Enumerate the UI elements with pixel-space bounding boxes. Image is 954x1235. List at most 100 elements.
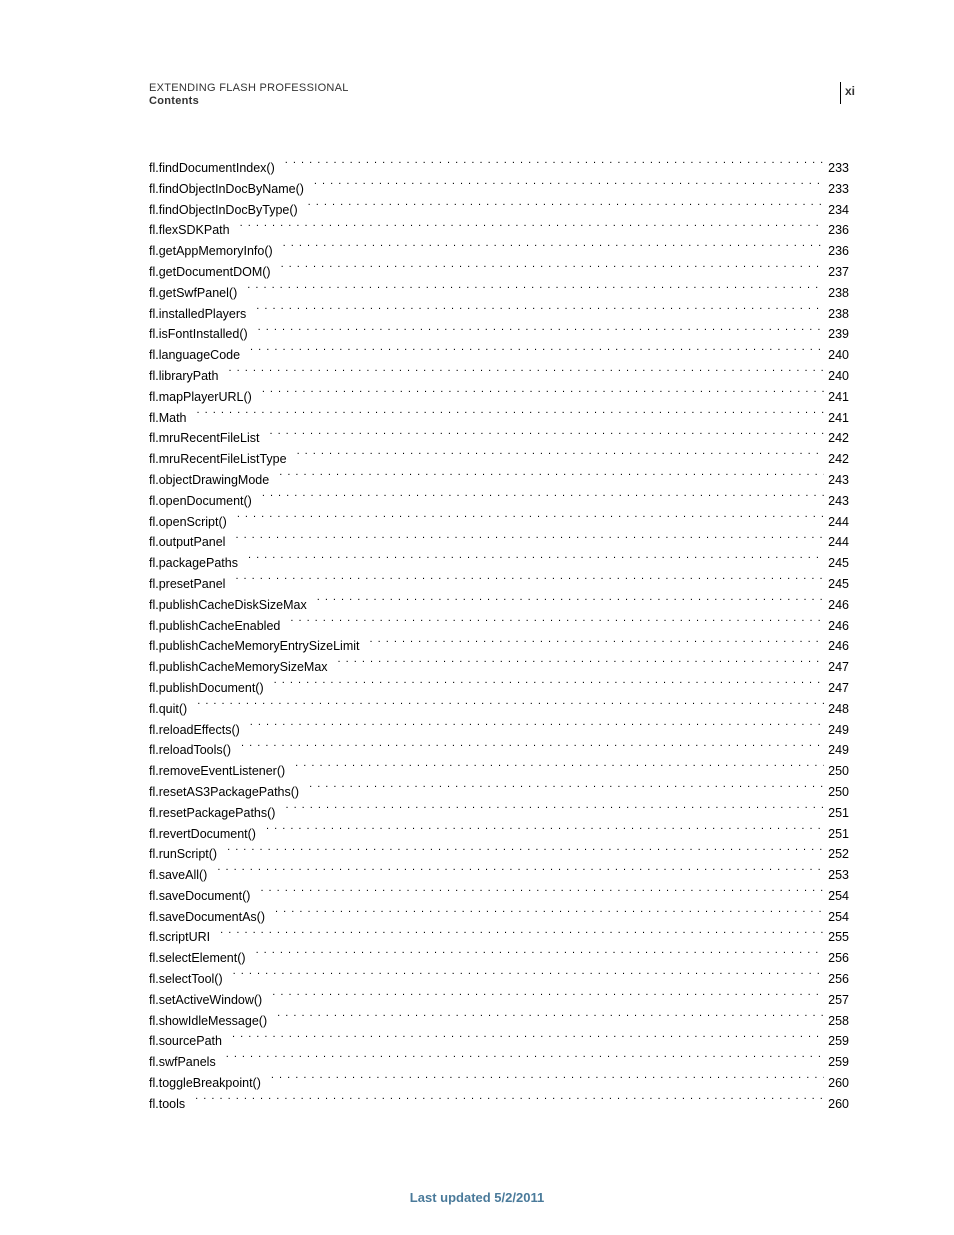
toc-entry-label: fl.reloadTools() [149, 740, 241, 761]
toc-entry[interactable]: fl.scriptURI255 [149, 927, 849, 948]
toc-entry[interactable]: fl.revertDocument()251 [149, 824, 849, 845]
toc-entry-page: 254 [824, 886, 849, 907]
toc-entry-label: fl.resetPackagePaths() [149, 803, 285, 824]
toc-leader-dots [195, 1095, 824, 1108]
toc-entry-label: fl.showIdleMessage() [149, 1011, 277, 1032]
toc-entry-label: fl.publishCacheDiskSizeMax [149, 595, 317, 616]
toc-entry-label: fl.objectDrawingMode [149, 470, 279, 491]
toc-leader-dots [250, 347, 824, 360]
toc-leader-dots [220, 929, 824, 942]
toc-entry[interactable]: fl.sourcePath259 [149, 1031, 849, 1052]
toc-entry-label: fl.findDocumentIndex() [149, 158, 285, 179]
toc-leader-dots [197, 700, 824, 713]
toc-leader-dots [283, 243, 824, 256]
toc-entry[interactable]: fl.presetPanel245 [149, 574, 849, 595]
toc-entry[interactable]: fl.flexSDKPath236 [149, 220, 849, 241]
toc-leader-dots [317, 596, 824, 609]
toc-entry[interactable]: fl.publishCacheMemorySizeMax247 [149, 657, 849, 678]
toc-entry[interactable]: fl.languageCode240 [149, 345, 849, 366]
toc-entry[interactable]: fl.reloadTools()249 [149, 740, 849, 761]
toc-entry[interactable]: fl.resetAS3PackagePaths()250 [149, 782, 849, 803]
toc-entry[interactable]: fl.getAppMemoryInfo()236 [149, 241, 849, 262]
toc-entry[interactable]: fl.mruRecentFileList242 [149, 428, 849, 449]
toc-leader-dots [197, 409, 825, 422]
toc-entry-page: 246 [824, 595, 849, 616]
toc-entry[interactable]: fl.getSwfPanel()238 [149, 283, 849, 304]
toc-entry-page: 258 [824, 1011, 849, 1032]
toc-entry-label: fl.setActiveWindow() [149, 990, 272, 1011]
toc-entry[interactable]: fl.Math241 [149, 408, 849, 429]
toc-leader-dots [262, 388, 824, 401]
toc-leader-dots [314, 180, 824, 193]
toc-entry[interactable]: fl.saveDocumentAs()254 [149, 907, 849, 928]
toc-entry[interactable]: fl.selectTool()256 [149, 969, 849, 990]
toc-entry-label: fl.openDocument() [149, 491, 262, 512]
toc-entry-page: 259 [824, 1031, 849, 1052]
toc-entry[interactable]: fl.findObjectInDocByType()234 [149, 200, 849, 221]
toc-entry-page: 239 [824, 324, 849, 345]
toc-leader-dots [281, 263, 825, 276]
toc-leader-dots [285, 160, 824, 173]
toc-entry-label: fl.outputPanel [149, 532, 235, 553]
toc-entry[interactable]: fl.mruRecentFileListType 242 [149, 449, 849, 470]
toc-entry-page: 236 [824, 220, 849, 241]
toc-entry-page: 247 [824, 678, 849, 699]
toc-entry-label: fl.packagePaths [149, 553, 248, 574]
toc-leader-dots [233, 971, 825, 984]
toc-entry-label: fl.selectElement() [149, 948, 256, 969]
toc-entry[interactable]: fl.findObjectInDocByName()233 [149, 179, 849, 200]
toc-entry-page: 244 [824, 532, 849, 553]
toc-entry[interactable]: fl.swfPanels259 [149, 1052, 849, 1073]
toc-entry[interactable]: fl.openDocument()243 [149, 491, 849, 512]
toc-entry-label: fl.openScript() [149, 512, 237, 533]
toc-leader-dots [275, 908, 824, 921]
toc-entry[interactable]: fl.reloadEffects()249 [149, 720, 849, 741]
toc-leader-dots [232, 1033, 824, 1046]
toc-entry[interactable]: fl.runScript()252 [149, 844, 849, 865]
toc-leader-dots [290, 617, 824, 630]
toc-entry[interactable]: fl.selectElement()256 [149, 948, 849, 969]
toc-entry[interactable]: fl.getDocumentDOM()237 [149, 262, 849, 283]
toc-leader-dots [256, 950, 825, 963]
toc-entry-page: 249 [824, 720, 849, 741]
toc-entry[interactable]: fl.removeEventListener()250 [149, 761, 849, 782]
toc-leader-dots [285, 804, 824, 817]
toc-entry-page: 256 [824, 969, 849, 990]
toc-leader-dots [279, 471, 824, 484]
toc-entry[interactable]: fl.outputPanel 244 [149, 532, 849, 553]
toc-entry[interactable]: fl.tools260 [149, 1094, 849, 1115]
toc-entry-page: 251 [824, 803, 849, 824]
toc-leader-dots [338, 659, 825, 672]
toc-entry[interactable]: fl.publishCacheDiskSizeMax 246 [149, 595, 849, 616]
toc-entry[interactable]: fl.showIdleMessage() 258 [149, 1011, 849, 1032]
toc-leader-dots [217, 867, 824, 880]
toc-entry[interactable]: fl.libraryPath240 [149, 366, 849, 387]
toc-entry[interactable]: fl.quit()248 [149, 699, 849, 720]
toc-entry[interactable]: fl.publishCacheEnabled246 [149, 616, 849, 637]
toc-entry[interactable]: fl.openScript()244 [149, 512, 849, 533]
toc-entry-label: fl.publishCacheEnabled [149, 616, 290, 637]
toc-entry[interactable]: fl.saveAll()253 [149, 865, 849, 886]
toc-entry[interactable]: fl.toggleBreakpoint()260 [149, 1073, 849, 1094]
toc-entry-page: 238 [824, 283, 849, 304]
toc-entry-page: 241 [824, 408, 849, 429]
toc-leader-dots [260, 887, 824, 900]
toc-entry-page: 242 [824, 449, 849, 470]
toc-entry[interactable]: fl.publishDocument()247 [149, 678, 849, 699]
toc-entry-page: 260 [824, 1094, 849, 1115]
toc-entry-label: fl.saveDocumentAs() [149, 907, 275, 928]
toc-entry[interactable]: fl.installedPlayers238 [149, 304, 849, 325]
page-number-marker: xi [840, 82, 855, 104]
toc-entry[interactable]: fl.setActiveWindow()257 [149, 990, 849, 1011]
toc-entry-label: fl.swfPanels [149, 1052, 226, 1073]
toc-entry[interactable]: fl.resetPackagePaths() 251 [149, 803, 849, 824]
toc-entry[interactable]: fl.objectDrawingMode243 [149, 470, 849, 491]
toc-entry-label: fl.mruRecentFileListType [149, 449, 297, 470]
toc-entry[interactable]: fl.isFontInstalled()239 [149, 324, 849, 345]
toc-entry[interactable]: fl.packagePaths245 [149, 553, 849, 574]
toc-entry[interactable]: fl.mapPlayerURL()241 [149, 387, 849, 408]
toc-entry-page: 252 [824, 844, 849, 865]
toc-entry[interactable]: fl.publishCacheMemoryEntrySizeLimit246 [149, 636, 849, 657]
toc-entry[interactable]: fl.findDocumentIndex()233 [149, 158, 849, 179]
toc-entry[interactable]: fl.saveDocument()254 [149, 886, 849, 907]
